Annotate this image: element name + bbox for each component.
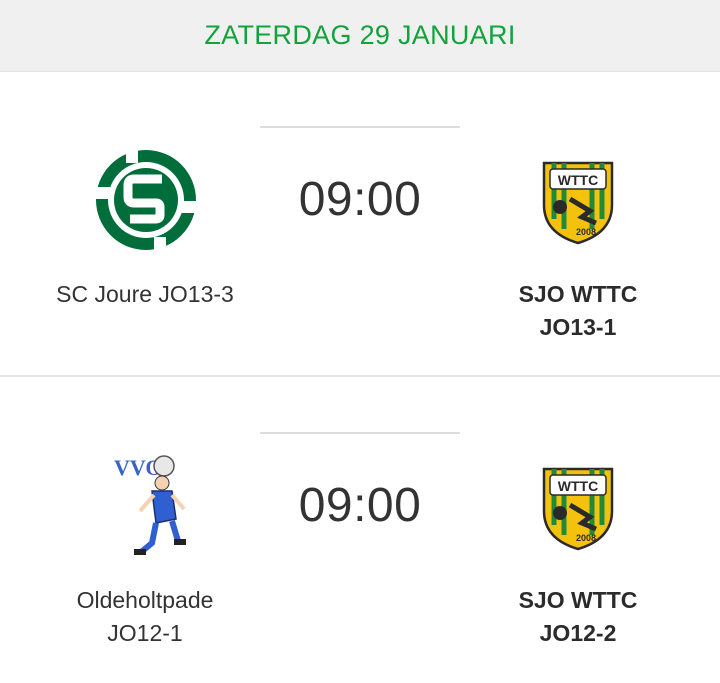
home-team-name: Oldeholtpade JO12-1 [25, 584, 265, 650]
match-card[interactable]: VVO Oldeholtpade JO12-1 09:00 WTTC 2008 [0, 378, 720, 683]
wttc-logo-icon: WTTC 2008 [540, 159, 616, 250]
match-divider [0, 375, 720, 377]
match-card[interactable]: SC Joure JO13-3 09:00 WTTC 2008 SJO WTTC… [0, 72, 720, 377]
match-time: 09:00 [298, 479, 422, 532]
match-time: 09:00 [298, 173, 422, 226]
home-team-name-line1: Oldeholtpade [76, 587, 214, 613]
away-team-name-line1: SJO WTTC [518, 587, 638, 613]
vvo-logo-icon: VVO [112, 453, 192, 568]
wttc-logo-icon: WTTC 2008 [540, 465, 616, 556]
svg-text:WTTC: WTTC [558, 172, 598, 188]
away-team-name: SJO WTTC JO13-1 [458, 278, 698, 344]
away-team-name-line1: SJO WTTC [518, 281, 638, 307]
time-divider [260, 432, 460, 434]
home-team-name-line2: JO12-1 [107, 620, 183, 646]
day-header: ZATERDAG 29 JANUARI [0, 0, 720, 72]
away-team-name-line2: JO13-1 [539, 314, 617, 340]
away-team-name: SJO WTTC JO12-2 [458, 584, 698, 650]
svg-text:2008: 2008 [576, 227, 596, 237]
away-team-name-line2: JO12-2 [539, 620, 617, 646]
home-team-name: SC Joure JO13-3 [56, 281, 234, 307]
sc-joure-logo-icon [90, 147, 202, 258]
day-header-title: ZATERDAG 29 JANUARI [204, 20, 516, 50]
svg-text:2008: 2008 [576, 533, 596, 543]
time-divider [260, 126, 460, 128]
svg-text:WTTC: WTTC [558, 478, 598, 494]
